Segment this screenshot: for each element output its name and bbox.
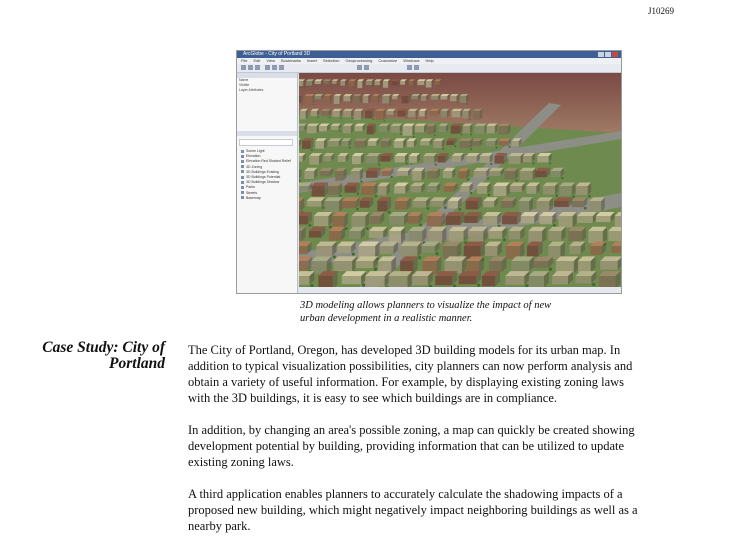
text-line: In addition, by changing an area's possi… (188, 422, 728, 438)
figure-caption: 3D modeling allows planners to visualize… (300, 299, 590, 325)
table-of-contents-panel: Name Visible Layer Attributes Scene Ligh… (237, 73, 298, 293)
heading-line: Case Study: City of (20, 340, 165, 356)
paragraph-shadowing: A third application enables planners to … (188, 486, 728, 534)
zoom-icon (265, 65, 270, 70)
text-line: obtain a variety of useful information. … (188, 374, 728, 390)
software-screenshot-figure: ArcGlobe - City of Portland 3D File Edit… (236, 50, 622, 294)
text-line: nearby park. (188, 518, 728, 534)
text-line: proposed new building, which might negat… (188, 502, 728, 518)
open-icon (248, 65, 253, 70)
text-line: The City of Portland, Oregon, has develo… (188, 342, 728, 358)
paragraph-development-potential: In addition, by changing an area's possi… (188, 422, 728, 470)
save-icon (255, 65, 260, 70)
case-study-heading: Case Study: City of Portland (20, 340, 165, 372)
identify-icon (357, 65, 362, 70)
caption-line: 3D modeling allows planners to visualize… (300, 299, 590, 312)
text-line: existing zoning laws. (188, 454, 728, 470)
layer-list: Scene Light Elevation Elevation Red Shad… (241, 149, 291, 201)
toolbar (237, 64, 621, 73)
heading-line: Portland (20, 356, 165, 372)
new-icon (241, 65, 246, 70)
text-line: development potential by building, provi… (188, 438, 728, 454)
pan-icon (272, 65, 277, 70)
maximize-icon (605, 52, 611, 57)
layer-icon (407, 65, 412, 70)
text-line: with the 3D buildings, it is easy to see… (188, 390, 728, 406)
paragraph-zoning-models: The City of Portland, Oregon, has develo… (188, 342, 728, 406)
window-title: ArcGlobe - City of Portland 3D (243, 51, 310, 58)
panel-row-attributes: Layer Attributes (237, 88, 297, 93)
status-bar (299, 287, 621, 293)
layer-item: Basemap (241, 196, 291, 201)
caption-line: urban development in a realistic manner. (300, 312, 590, 325)
3d-city-viewport (299, 73, 621, 287)
layer-item: Elevation Red Shaded Relief (241, 159, 291, 164)
minimize-icon (598, 52, 604, 57)
close-icon (612, 52, 618, 57)
case-study-body: The City of Portland, Oregon, has develo… (188, 342, 728, 550)
document-id: J10269 (648, 6, 674, 16)
navigate-icon (279, 65, 284, 70)
layer-search-field (239, 139, 293, 146)
text-line: addition to typical visualization possib… (188, 358, 728, 374)
measure-icon (414, 65, 419, 70)
select-icon (364, 65, 369, 70)
3d-city-model-image (299, 73, 621, 287)
window-titlebar: ArcGlobe - City of Portland 3D (237, 51, 621, 58)
window-controls (598, 52, 618, 57)
text-line: A third application enables planners to … (188, 486, 728, 502)
panel-separator (237, 131, 297, 136)
